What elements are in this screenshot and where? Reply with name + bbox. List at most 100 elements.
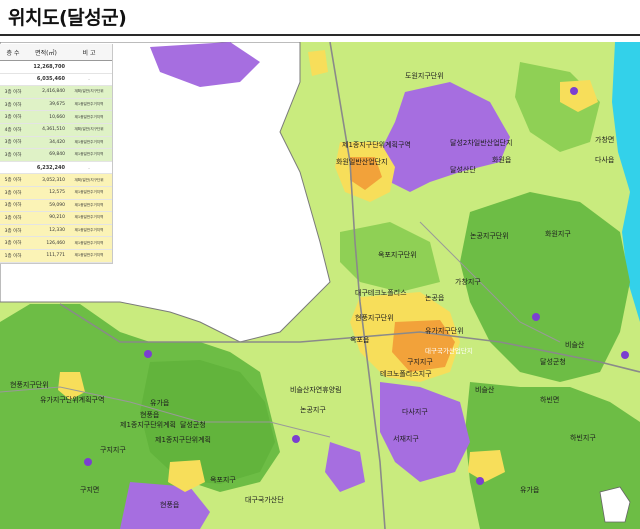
table-row: 1층 이하 111,771 제1종일반주거지역 (0, 249, 112, 263)
table-row: 3층 이하 34,420 제1종일반주거지역 (0, 136, 112, 150)
area-cell: 6,232,240 (26, 161, 66, 175)
floor-cell: 4층 이하 (0, 123, 26, 137)
map-label: 화원읍 (492, 155, 512, 164)
map-label: 대구국가산업단지 (425, 346, 473, 355)
col-header-floor: 층 수 (0, 44, 26, 61)
map-label: 옥포지구 (210, 475, 236, 484)
note-cell: 제1종일반주거지역 (66, 224, 112, 238)
note-cell: 계획(일반)지구단위 (66, 123, 112, 137)
map-label: 제1종지구단위계획구역 (342, 140, 411, 149)
map-label: 유가지구단위계획구역 (40, 395, 104, 404)
floor-cell (0, 73, 26, 87)
floor-cell: 3층 이하 (0, 236, 26, 250)
note-cell: - (66, 73, 112, 87)
map-label: 도원지구단위 (405, 71, 444, 80)
table-row: 3층 이하 69,840 제1종일반주거지역 (0, 148, 112, 162)
note-cell: 제1종일반주거지역 (66, 98, 112, 112)
map-label: 구지지구 (407, 357, 433, 366)
map-label: 논공지구단위 (470, 231, 509, 240)
area-cell: 69,840 (26, 148, 66, 162)
map-label: 비슬산 (565, 340, 585, 349)
poi-marker[interactable] (621, 351, 629, 359)
note-cell: - (66, 161, 112, 175)
table-row: 12,268,700 (0, 60, 112, 74)
note-cell: 제1종일반주거지역 (66, 199, 112, 213)
note-cell: 계획(일반)지구단위 (66, 85, 112, 99)
map-label: 현풍읍 (140, 411, 160, 419)
map-label: 비슬산 (475, 385, 495, 394)
map-label: 논공지구 (300, 405, 326, 414)
map-label: 달성군청 (540, 357, 566, 366)
map-label: 달성군청 (180, 420, 206, 429)
area-cell: 12,575 (26, 186, 66, 200)
header-rule (0, 34, 640, 36)
map-label: 제1종지구단위계획 (120, 420, 176, 429)
page-title: 위치도(달성군) (8, 7, 127, 29)
note-cell (66, 60, 112, 74)
table-row: 4층 이하 4,361,510 계획(일반)지구단위 (0, 123, 112, 137)
floor-cell (0, 60, 26, 74)
area-cell: 12,268,700 (26, 60, 66, 74)
poi-marker[interactable] (144, 350, 152, 358)
floor-cell: 3층 이하 (0, 136, 26, 150)
map-label: 하빈면 (540, 395, 559, 404)
map-label: 서재지구 (393, 434, 419, 443)
area-cell: 34,420 (26, 136, 66, 150)
map-label: 유가읍 (520, 485, 540, 494)
table-row: 3층 이하 39,675 제1종일반주거지역 (0, 98, 112, 112)
table-row: 3층 이하 90,210 제1종일반주거지역 (0, 211, 112, 225)
zoning-table-grid: 층 수 면적(㎡) 비 고 12,268,700 6,035,460-3층 이하 2… (0, 44, 112, 263)
poi-marker[interactable] (532, 313, 540, 321)
map-label: 유가읍 (150, 398, 170, 407)
map-label: 가창지구 (455, 277, 481, 286)
map-label: 구지면 (80, 485, 99, 494)
poi-marker[interactable] (570, 87, 578, 95)
zoning-table: 층 수 면적(㎡) 비 고 12,268,700 6,035,460-3층 이하 2… (0, 44, 113, 264)
note-cell: 제1종일반주거지역 (66, 211, 112, 225)
floor-cell: 3층 이하 (0, 148, 26, 162)
area-cell: 2,416,840 (26, 85, 66, 99)
map-label: 제1종지구단위계획 (155, 435, 211, 444)
poi-marker[interactable] (292, 435, 300, 443)
map-label: 비슬산자연휴양림 (290, 385, 342, 394)
area-cell: 6,035,460 (26, 73, 66, 87)
poi-marker[interactable] (84, 458, 92, 466)
table-row: 3층 이하 59,090 제1종일반주거지역 (0, 199, 112, 213)
table-row: 3층 이하 12,575 제1종일반주거지역 (0, 186, 112, 200)
area-cell: 126,460 (26, 236, 66, 250)
map-label: 대구테크노폴리스 (355, 288, 407, 297)
note-cell: 제1종일반주거지역 (66, 110, 112, 124)
col-header-area: 면적(㎡) (26, 44, 66, 61)
floor-cell: 5층 이하 (0, 173, 26, 187)
map-label: 현풍지구단위 (10, 380, 49, 389)
floor-cell: 3층 이하 (0, 224, 26, 238)
floor-cell: 3층 이하 (0, 98, 26, 112)
table-row: 3층 이하 10,660 제1종일반주거지역 (0, 110, 112, 124)
floor-cell: 3층 이하 (0, 85, 26, 99)
map-label: 구지지구 (100, 445, 126, 454)
floor-cell: 3층 이하 (0, 110, 26, 124)
area-cell: 12,330 (26, 224, 66, 238)
map-label: 다사지구 (402, 407, 428, 416)
map-label: 하빈지구 (570, 433, 596, 442)
map-label: 가창면 (595, 135, 614, 144)
note-cell: 제1종일반주거지역 (66, 136, 112, 150)
table-header-row: 층 수 면적(㎡) 비 고 (0, 44, 112, 61)
note-cell: 제1종일반주거지역 (66, 236, 112, 250)
map-label: 달성2차일반산업단지 (450, 138, 512, 147)
table-row: 6,232,240- (0, 161, 112, 175)
table-row: 5층 이하 3,052,310 계획(일반)지구단위 (0, 173, 112, 187)
map-label: 유가지구단위 (425, 326, 464, 335)
map-label: 논공읍 (425, 294, 445, 302)
area-cell: 10,660 (26, 110, 66, 124)
map-label: 달성산단 (450, 165, 476, 174)
map-label: 대구국가산단 (245, 495, 284, 504)
map-label: 다사읍 (595, 155, 615, 164)
area-cell: 39,675 (26, 98, 66, 112)
area-cell: 3,052,310 (26, 173, 66, 187)
floor-cell: 3층 이하 (0, 211, 26, 225)
area-cell: 111,771 (26, 249, 66, 263)
poi-marker[interactable] (476, 477, 484, 485)
floor-cell: 1층 이하 (0, 249, 26, 263)
col-header-note: 비 고 (66, 44, 112, 61)
